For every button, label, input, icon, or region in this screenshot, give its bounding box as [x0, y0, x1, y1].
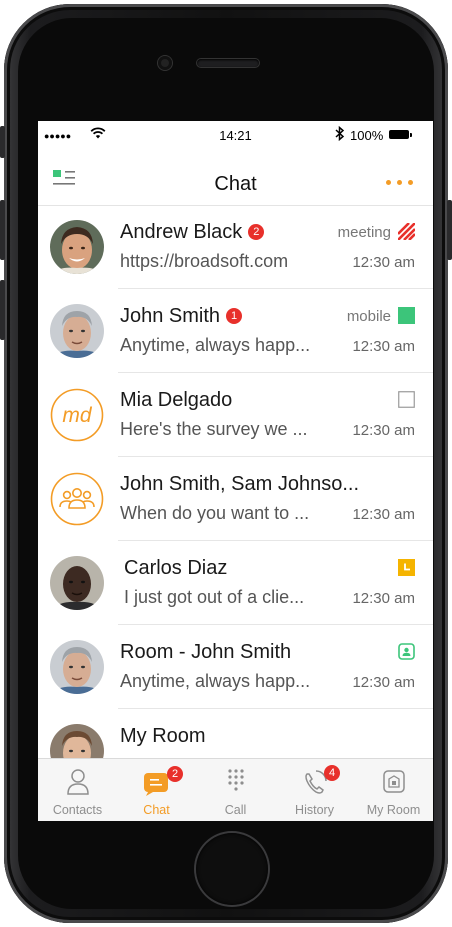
- volume-down-button: [0, 280, 5, 340]
- message-time: 12:30 am: [352, 338, 415, 355]
- battery-icon: [389, 130, 412, 139]
- tab-bar: Contacts 2 Chat Call 4 History My Room: [38, 758, 433, 821]
- message-time: 12:30 am: [352, 674, 415, 691]
- row-divider: [118, 624, 433, 625]
- tab-chat[interactable]: 2 Chat: [117, 759, 196, 821]
- conversation-row[interactable]: Carlos Diaz I just got out of a clie... …: [38, 542, 433, 625]
- tab-label: Contacts: [52, 803, 103, 817]
- contact-name: Room - John Smith: [120, 641, 292, 663]
- message-preview: When do you want to ...: [120, 503, 310, 523]
- tab-my-room[interactable]: My Room: [354, 759, 433, 821]
- row-divider: [118, 540, 433, 541]
- mute-switch: [0, 126, 5, 158]
- available-presence-icon: [398, 307, 415, 324]
- avatar-initials: md: [62, 404, 92, 427]
- tab-contacts[interactable]: Contacts: [38, 759, 117, 821]
- group-icon: [50, 472, 104, 526]
- avatar: [50, 556, 104, 610]
- avatar: [50, 220, 104, 274]
- navigation-bar: Chat: [38, 149, 433, 206]
- initials-avatar: md: [50, 388, 104, 442]
- contacts-icon: [67, 769, 89, 795]
- conversation-row[interactable]: Room - John Smith Anytime, always happ..…: [38, 626, 433, 709]
- message-time: 12:30 am: [352, 590, 415, 607]
- row-divider: [118, 708, 433, 709]
- presence-text: mobile: [346, 308, 391, 325]
- message-preview: Here's the survey we ...: [120, 419, 308, 439]
- tab-label: My Room: [366, 803, 421, 817]
- power-button: [447, 200, 452, 260]
- contact-name: My Room: [120, 725, 206, 747]
- page-title: Chat: [214, 173, 257, 195]
- more-options-icon[interactable]: [383, 175, 417, 189]
- row-divider: [118, 456, 433, 457]
- contact-name-text: John Smith: [120, 305, 221, 327]
- offline-presence-icon: [398, 391, 415, 408]
- app-screen: ●●●●● 14:21 100% Chat Andrew Black 2 htt…: [38, 121, 433, 821]
- tab-history[interactable]: 4 History: [275, 759, 354, 821]
- message-preview: Anytime, always happ...: [120, 671, 311, 691]
- battery-percent: 100%: [350, 128, 384, 143]
- status-bar: ●●●●● 14:21 100%: [38, 121, 433, 149]
- tab-call[interactable]: Call: [196, 759, 275, 821]
- tab-label: History: [295, 803, 334, 817]
- conversation-row[interactable]: Andrew Black 2 https://broadsoft.com meet…: [38, 206, 433, 289]
- avatar: [50, 304, 104, 358]
- contact-name: Carlos Diaz: [124, 557, 228, 579]
- contact-name: John Smith 1: [120, 305, 243, 328]
- message-time: 12:30 am: [352, 254, 415, 271]
- front-camera: [158, 56, 172, 70]
- message-time: 12:30 am: [352, 422, 415, 439]
- tab-label: Chat: [143, 803, 170, 817]
- conversation-row[interactable]: md Mia Delgado Here's the survey we ... …: [38, 374, 433, 457]
- row-divider: [118, 372, 433, 373]
- contact-name: Andrew Black 2: [120, 221, 265, 244]
- chat-unread-badge: 2: [167, 766, 183, 782]
- history-badge: 4: [324, 765, 340, 781]
- conversation-list: Andrew Black 2 https://broadsoft.com meet…: [38, 206, 433, 792]
- unread-badge: 2: [248, 224, 265, 240]
- avatar: [50, 640, 104, 694]
- presence-text: meeting: [337, 224, 391, 241]
- message-preview: https://broadsoft.com: [120, 251, 289, 271]
- earpiece-speaker: [197, 59, 259, 67]
- meeting-presence-icon: [398, 223, 415, 240]
- contact-name: Mia Delgado: [120, 389, 233, 411]
- room-available-icon: [398, 643, 415, 660]
- message-preview: I just got out of a clie...: [124, 587, 305, 607]
- contact-name-text: Andrew Black: [120, 221, 243, 243]
- volume-up-button: [0, 200, 5, 260]
- away-presence-icon: [398, 559, 415, 576]
- conversation-row[interactable]: John Smith 1 Anytime, always happ... mobi…: [38, 290, 433, 373]
- home-button[interactable]: [196, 833, 268, 905]
- conversation-row[interactable]: John Smith, Sam Johnso... When do you wa…: [38, 458, 433, 541]
- tab-label: Call: [224, 803, 247, 817]
- unread-badge: 1: [226, 308, 243, 324]
- dialpad-icon: [228, 769, 244, 791]
- bluetooth-icon: [335, 126, 345, 141]
- my-room-icon: [383, 770, 405, 793]
- message-preview: Anytime, always happ...: [120, 335, 311, 355]
- message-time: 12:30 am: [352, 506, 415, 523]
- row-divider: [118, 288, 433, 289]
- contact-name: John Smith, Sam Johnso...: [120, 473, 360, 495]
